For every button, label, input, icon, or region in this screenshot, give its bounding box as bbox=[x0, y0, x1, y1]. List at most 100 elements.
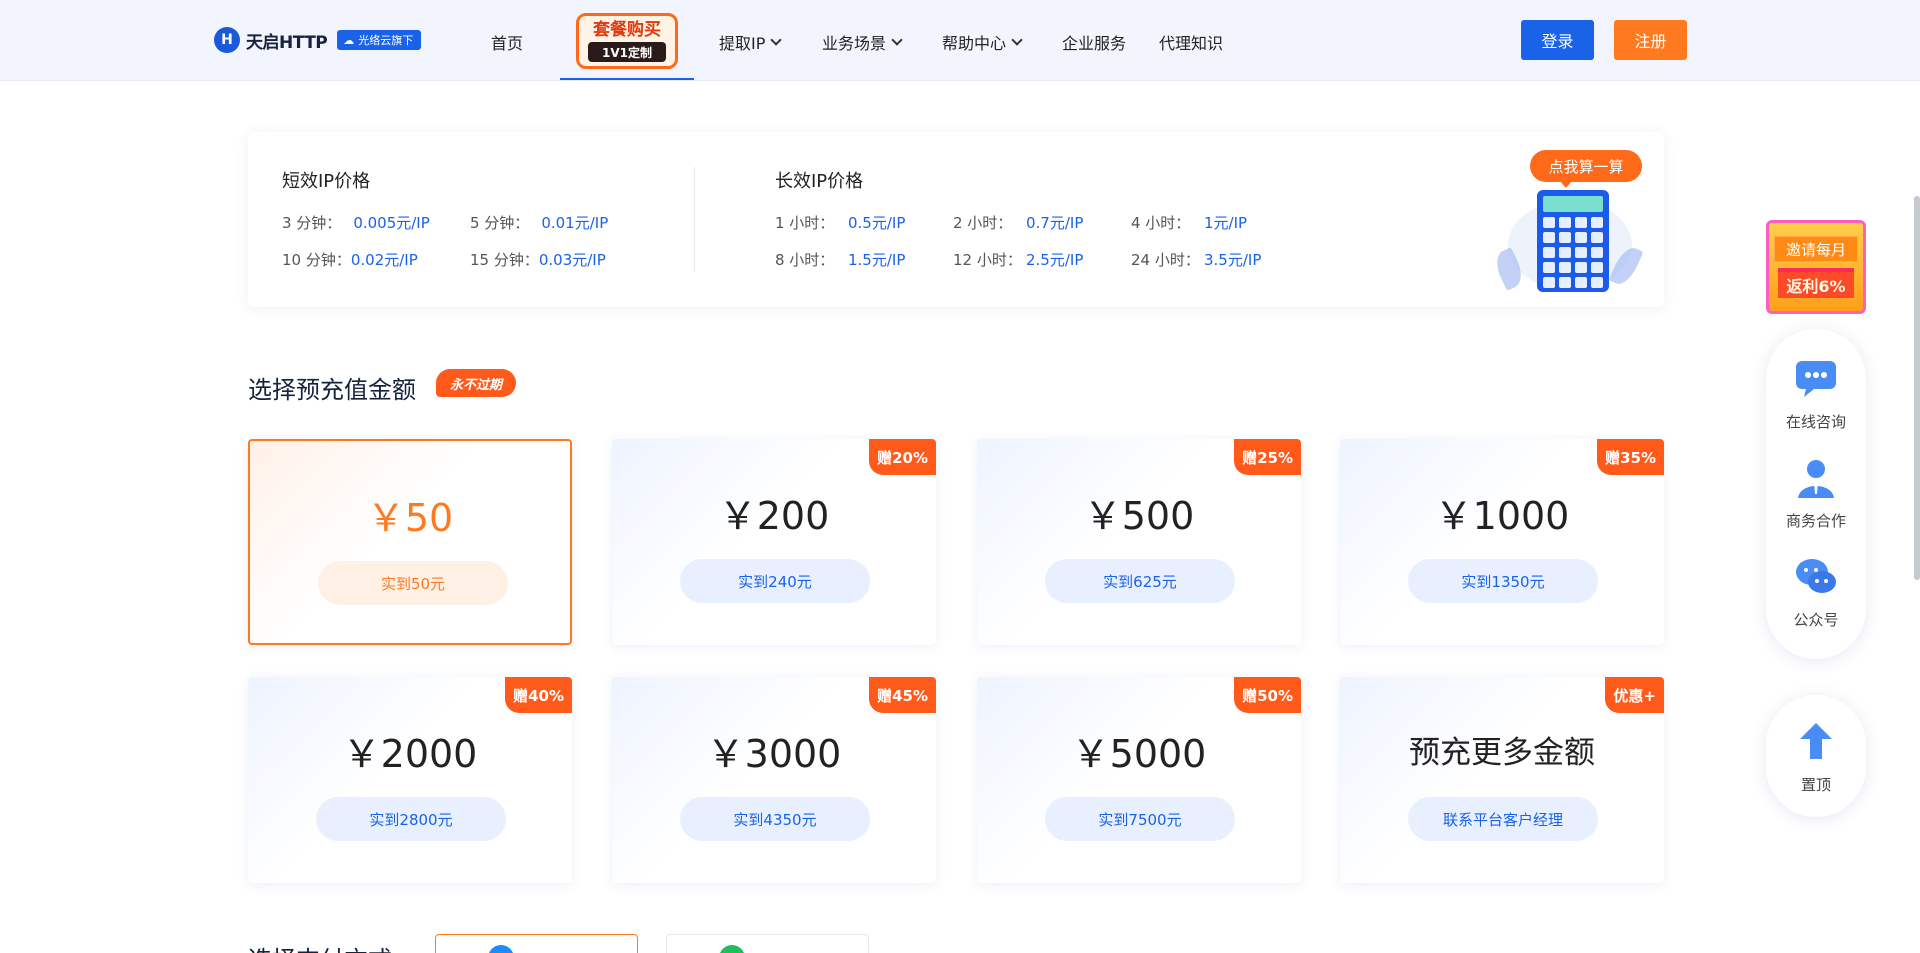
price-row: 1 小时： 0.5元/IP 2 小时： 0.7元/IP 4 小时： 1元/IP bbox=[775, 211, 1261, 235]
payment-option-alipay[interactable] bbox=[435, 934, 638, 953]
recharge-card-2000[interactable]: 赠40% ￥2000 实到2800元 bbox=[248, 677, 572, 883]
price-label: 10 分钟： bbox=[282, 251, 351, 269]
never-expire-badge: 永不过期 bbox=[436, 369, 517, 397]
card-amount: 预充更多金额 bbox=[1409, 735, 1595, 771]
wechat-icon bbox=[1794, 555, 1838, 599]
bonus-badge: 赠50% bbox=[1234, 677, 1301, 713]
recharge-card-500[interactable]: 赠25% ￥500 实到625元 bbox=[977, 439, 1301, 645]
recharge-title: 选择预充值金额 bbox=[248, 376, 416, 404]
cloud-icon: ☁ bbox=[343, 33, 355, 47]
alipay-icon bbox=[488, 945, 514, 953]
nav-item-label: 提取IP bbox=[719, 34, 766, 53]
card-actual-amount: 实到240元 bbox=[680, 559, 870, 603]
arrow-up-icon bbox=[1794, 718, 1838, 762]
payment-title: 选择支付方式 bbox=[248, 940, 392, 953]
card-actual-amount: 实到1350元 bbox=[1408, 559, 1598, 603]
nav-item-label: 业务场景 bbox=[822, 34, 887, 53]
bonus-badge: 赠20% bbox=[869, 439, 936, 475]
login-button[interactable]: 登录 bbox=[1521, 20, 1594, 60]
nav-item-help[interactable]: 帮助中心 bbox=[942, 30, 1023, 54]
price-value: 0.01元/IP bbox=[541, 214, 609, 232]
logo-text: 天启HTTP bbox=[246, 32, 328, 53]
register-button[interactable]: 注册 bbox=[1614, 20, 1687, 60]
price-value: 0.5元/IP bbox=[848, 214, 906, 232]
person-icon bbox=[1794, 456, 1838, 500]
float-item-label: 在线咨询 bbox=[1785, 413, 1846, 431]
recharge-card-50[interactable]: ￥50 实到50元 bbox=[248, 439, 572, 645]
wechat-pay-icon bbox=[719, 945, 745, 953]
price-row: 3 分钟： 0.005元/IP 5 分钟： 0.01元/IP bbox=[282, 211, 608, 235]
card-amount: ￥1000 bbox=[1434, 494, 1570, 538]
nav-item-home[interactable]: 首页 bbox=[491, 30, 523, 54]
recharge-card-5000[interactable]: 赠50% ￥5000 实到7500元 bbox=[977, 677, 1301, 883]
bonus-badge: 赠45% bbox=[869, 677, 936, 713]
price-label: 4 小时： bbox=[1131, 214, 1191, 232]
site-header: H 天启HTTP ☁ 光络云旗下 首页 套餐购买 1V1定制 提取IP 业务场景… bbox=[0, 0, 1920, 81]
price-row: 8 小时： 1.5元/IP 12 小时： 2.5元/IP 24 小时： 3.5元/IP bbox=[775, 248, 1261, 272]
card-actual-amount: 实到625元 bbox=[1045, 559, 1235, 603]
price-label: 5 分钟： bbox=[470, 214, 530, 232]
long-ip-title: 长效IP价格 bbox=[775, 171, 864, 192]
promo-bottom-label: 1V1定制 bbox=[588, 42, 666, 62]
card-amount: ￥2000 bbox=[342, 732, 478, 776]
short-ip-title: 短效IP价格 bbox=[282, 171, 371, 192]
chat-icon bbox=[1794, 357, 1838, 401]
nav-item-scenarios[interactable]: 业务场景 bbox=[822, 30, 903, 54]
recharge-card-200[interactable]: 赠20% ￥200 实到240元 bbox=[612, 439, 936, 645]
calculator-icon bbox=[1537, 190, 1609, 292]
long-ip-prices: 长效IP价格 1 小时： 0.5元/IP 2 小时： 0.7元/IP 4 小时： 1元… bbox=[775, 167, 1261, 272]
card-amount: ￥5000 bbox=[1071, 732, 1207, 776]
price-value: 2.5元/IP bbox=[1026, 251, 1084, 269]
price-value: 1元/IP bbox=[1204, 214, 1248, 232]
recharge-card-3000[interactable]: 赠45% ￥3000 实到4350元 bbox=[612, 677, 936, 883]
price-label: 3 分钟： bbox=[282, 214, 342, 232]
nav-item-label: 企业服务 bbox=[1062, 34, 1127, 53]
price-value: 0.005元/IP bbox=[353, 214, 430, 232]
price-label: 15 分钟： bbox=[470, 251, 539, 269]
bonus-badge: 赠40% bbox=[505, 677, 572, 713]
short-ip-prices: 短效IP价格 3 分钟： 0.005元/IP 5 分钟： 0.01元/IP 10 分… bbox=[282, 167, 608, 272]
official-account-button[interactable]: 公众号 bbox=[1766, 555, 1866, 630]
nav-item-enterprise[interactable]: 企业服务 bbox=[1062, 30, 1126, 54]
online-consult-button[interactable]: 在线咨询 bbox=[1766, 357, 1866, 432]
price-value: 3.5元/IP bbox=[1204, 251, 1262, 269]
price-value: 0.02元/IP bbox=[350, 251, 418, 269]
logo-badge: ☁ 光络云旗下 bbox=[337, 30, 422, 50]
back-to-top-button[interactable]: 置顶 bbox=[1766, 695, 1866, 817]
logo-badge-label: 光络云旗下 bbox=[358, 34, 414, 47]
bonus-badge: 赠25% bbox=[1234, 439, 1301, 475]
nav-item-knowledge[interactable]: 代理知识 bbox=[1159, 30, 1223, 54]
card-actual-amount: 实到7500元 bbox=[1045, 797, 1235, 841]
price-calculator[interactable]: 点我算一算 bbox=[1484, 150, 1644, 295]
nav-item-extract-ip[interactable]: 提取IP bbox=[719, 30, 783, 54]
bonus-badge: 优惠+ bbox=[1605, 677, 1664, 713]
card-amount: ￥50 bbox=[366, 496, 454, 540]
payment-option-wechat[interactable] bbox=[666, 934, 869, 953]
business-cooperation-button[interactable]: 商务合作 bbox=[1766, 456, 1866, 531]
nav-active-indicator bbox=[560, 78, 694, 80]
calculate-button[interactable]: 点我算一算 bbox=[1530, 150, 1642, 188]
recharge-card-more[interactable]: 优惠+ 预充更多金额 联系平台客户经理 bbox=[1340, 677, 1664, 883]
chevron-down-icon bbox=[1011, 33, 1023, 46]
contact-manager-button[interactable]: 联系平台客户经理 bbox=[1408, 797, 1598, 841]
invite-top-label: 邀请每月 bbox=[1774, 236, 1858, 262]
side-float-panel: 在线咨询 商务合作 公众号 bbox=[1766, 329, 1866, 659]
divider bbox=[694, 167, 695, 272]
price-value: 1.5元/IP bbox=[848, 251, 906, 269]
price-label: 1 小时： bbox=[775, 214, 835, 232]
back-to-top-label: 置顶 bbox=[1800, 775, 1831, 794]
logo[interactable]: H 天启HTTP ☁ 光络云旗下 bbox=[214, 27, 422, 53]
card-amount: ￥500 bbox=[1083, 494, 1195, 538]
nav-item-label: 首页 bbox=[491, 34, 524, 53]
price-label: 8 小时： bbox=[775, 251, 835, 269]
price-label: 12 小时： bbox=[953, 251, 1022, 269]
float-item-label: 商务合作 bbox=[1785, 512, 1846, 530]
page-scrollbar[interactable] bbox=[1914, 196, 1920, 580]
price-label: 24 小时： bbox=[1131, 251, 1200, 269]
card-actual-amount: 实到4350元 bbox=[680, 797, 870, 841]
price-row: 10 分钟： 0.02元/IP 15 分钟： 0.03元/IP bbox=[282, 248, 608, 272]
recharge-card-1000[interactable]: 赠35% ￥1000 实到1350元 bbox=[1340, 439, 1664, 645]
invite-rebate-banner[interactable]: 邀请每月 返利6% bbox=[1766, 220, 1866, 314]
nav-item-label: 代理知识 bbox=[1159, 34, 1224, 53]
promo-package-button[interactable]: 套餐购买 1V1定制 bbox=[576, 13, 678, 69]
